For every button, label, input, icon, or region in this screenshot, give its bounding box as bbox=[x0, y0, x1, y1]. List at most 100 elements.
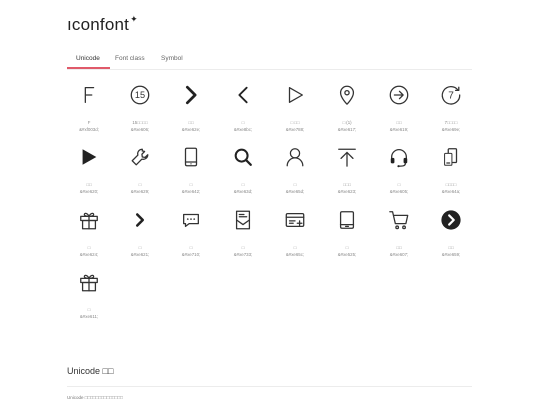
icon-card[interactable]: □ &#xe733; bbox=[221, 205, 265, 265]
svg-text:7: 7 bbox=[448, 91, 454, 102]
envelope-doc-icon bbox=[228, 205, 258, 235]
icon-card[interactable]: □ &#xe629; bbox=[118, 142, 162, 202]
icon-name: □ bbox=[345, 245, 349, 250]
icon-card[interactable]: □ &#xe621; bbox=[118, 205, 162, 265]
active-tab-indicator bbox=[67, 67, 110, 69]
icon-code: &#xe624; bbox=[79, 252, 99, 257]
icon-code: &#xe623; bbox=[337, 189, 357, 194]
svg-text:15: 15 bbox=[135, 90, 145, 100]
icon-card[interactable]: □ &#xe611; bbox=[67, 267, 111, 327]
icon-name: □ bbox=[397, 182, 401, 187]
play-outline-icon bbox=[280, 80, 310, 110]
devices-icon bbox=[436, 142, 466, 172]
icon-name: □□□ bbox=[343, 182, 351, 187]
icon-code: &#xe69e; bbox=[441, 127, 461, 132]
icon-card[interactable]: □□ &#xe619; bbox=[377, 80, 421, 140]
icon-name: □ (1) bbox=[342, 120, 352, 125]
icon-name: □ bbox=[87, 245, 91, 250]
icon-card[interactable]: □ □□ &#xe788; bbox=[273, 80, 317, 140]
icon-name: □ bbox=[138, 182, 142, 187]
icon-code: &#xe617; bbox=[337, 127, 357, 132]
icon-code: &#xe605; bbox=[389, 189, 409, 194]
search-icon bbox=[228, 142, 258, 172]
icon-name: 15□□□□ bbox=[132, 120, 148, 125]
icon-card[interactable]: □□ &#xe607; bbox=[377, 205, 421, 265]
wrench-icon bbox=[125, 142, 155, 172]
icon-code: &#xf003d; bbox=[79, 127, 99, 132]
icon-code: &#xe8bc; bbox=[233, 127, 253, 132]
icon-card[interactable]: F &#xf003d; bbox=[67, 80, 111, 140]
icon-code: &#xe62e; bbox=[181, 127, 201, 132]
icon-card[interactable]: □ &#xe710; bbox=[169, 205, 213, 265]
icon-card[interactable]: □ &#xe65c; bbox=[273, 205, 317, 265]
icon-card[interactable]: □□ &#xe620; bbox=[67, 142, 111, 202]
chat-bubble-icon bbox=[176, 205, 206, 235]
icon-name: □ □□ bbox=[290, 120, 300, 125]
icon-card[interactable]: 15 15□□□□ &#xe606; bbox=[118, 80, 162, 140]
icon-name: □□ bbox=[86, 182, 92, 187]
icon-card[interactable]: □ &#xe605; bbox=[377, 142, 421, 202]
icon-card[interactable]: □□□□ &#xe64a; bbox=[429, 142, 473, 202]
card-add-icon bbox=[280, 205, 310, 235]
icon-name: □ bbox=[293, 182, 297, 187]
icon-code: &#xe733; bbox=[233, 252, 253, 257]
tab-unicode[interactable]: Unicode bbox=[76, 55, 100, 62]
icon-card[interactable]: □ &#xe8bc; bbox=[221, 80, 265, 140]
icon-code: &#xe619; bbox=[389, 127, 409, 132]
icon-name: 7□□□□ bbox=[444, 120, 458, 125]
icon-name: □□ bbox=[188, 120, 194, 125]
icon-code: &#xe607; bbox=[389, 252, 409, 257]
icon-code: &#xe629; bbox=[130, 189, 150, 194]
icon-code: &#xe65d; bbox=[285, 189, 305, 194]
gift-icon bbox=[74, 205, 104, 235]
cart-icon bbox=[384, 205, 414, 235]
icon-code: &#xe620; bbox=[79, 189, 99, 194]
icon-name: □□ bbox=[396, 120, 402, 125]
icon-code: &#xe642; bbox=[181, 189, 201, 194]
icon-name: □□ bbox=[448, 245, 454, 250]
icon-code: &#xe621; bbox=[130, 252, 150, 257]
location-pin-icon bbox=[332, 80, 362, 110]
tablet-icon bbox=[332, 205, 362, 235]
seven-circle-icon: 7 bbox=[436, 80, 466, 110]
icon-code: &#xe525; bbox=[337, 252, 357, 257]
chevron-left-icon bbox=[228, 80, 258, 110]
icon-card[interactable]: 7 7□□□□ &#xe69e; bbox=[429, 80, 473, 140]
icon-card[interactable]: □□□ &#xe623; bbox=[325, 142, 369, 202]
tab-bar: Unicode Font class Symbol bbox=[67, 55, 472, 70]
user-icon bbox=[280, 142, 310, 172]
brand-sparkle-icon: ✦ bbox=[130, 14, 138, 24]
icon-name: □ bbox=[241, 245, 245, 250]
icon-card[interactable]: □ &#xe63d; bbox=[221, 142, 265, 202]
icon-card[interactable]: □□ &#xe659; bbox=[429, 205, 473, 265]
arrow-right-circle-icon bbox=[384, 80, 414, 110]
icon-code: &#xe611; bbox=[79, 314, 99, 319]
chevron-right-bold-icon bbox=[176, 80, 206, 110]
icon-card[interactable]: □ &#xe624; bbox=[67, 205, 111, 265]
icon-card[interactable]: □ &#xe642; bbox=[169, 142, 213, 202]
icon-code: &#xe63d; bbox=[233, 189, 253, 194]
icon-card[interactable]: □ &#xe65d; bbox=[273, 142, 317, 202]
icon-name: □ bbox=[138, 245, 142, 250]
icon-card[interactable]: □ &#xe525; bbox=[325, 205, 369, 265]
headset-icon bbox=[384, 142, 414, 172]
icon-card[interactable]: □□ &#xe62e; bbox=[169, 80, 213, 140]
icon-card[interactable]: □ (1) &#xe617; bbox=[325, 80, 369, 140]
icon-code: &#xe659; bbox=[441, 252, 461, 257]
fifteen-circle-icon: 15 bbox=[125, 80, 155, 110]
icon-code: &#xe606; bbox=[130, 127, 150, 132]
iconfont-logo[interactable]: ıconfont✦ bbox=[67, 14, 138, 35]
arrow-up-top-icon bbox=[332, 142, 362, 172]
icon-name: □ bbox=[241, 182, 245, 187]
icon-name: □ bbox=[87, 307, 91, 312]
phone-icon bbox=[176, 142, 206, 172]
icon-code: &#xe64a; bbox=[441, 189, 461, 194]
play-filled-icon bbox=[74, 142, 104, 172]
chevron-circle-filled-icon bbox=[436, 205, 466, 235]
chevron-right-small-icon bbox=[125, 205, 155, 235]
tab-font-class[interactable]: Font class bbox=[115, 55, 145, 62]
tab-symbol[interactable]: Symbol bbox=[161, 55, 183, 62]
divider bbox=[67, 386, 472, 387]
letter-f-icon bbox=[74, 80, 104, 110]
icon-name: □□□□ bbox=[445, 182, 457, 187]
